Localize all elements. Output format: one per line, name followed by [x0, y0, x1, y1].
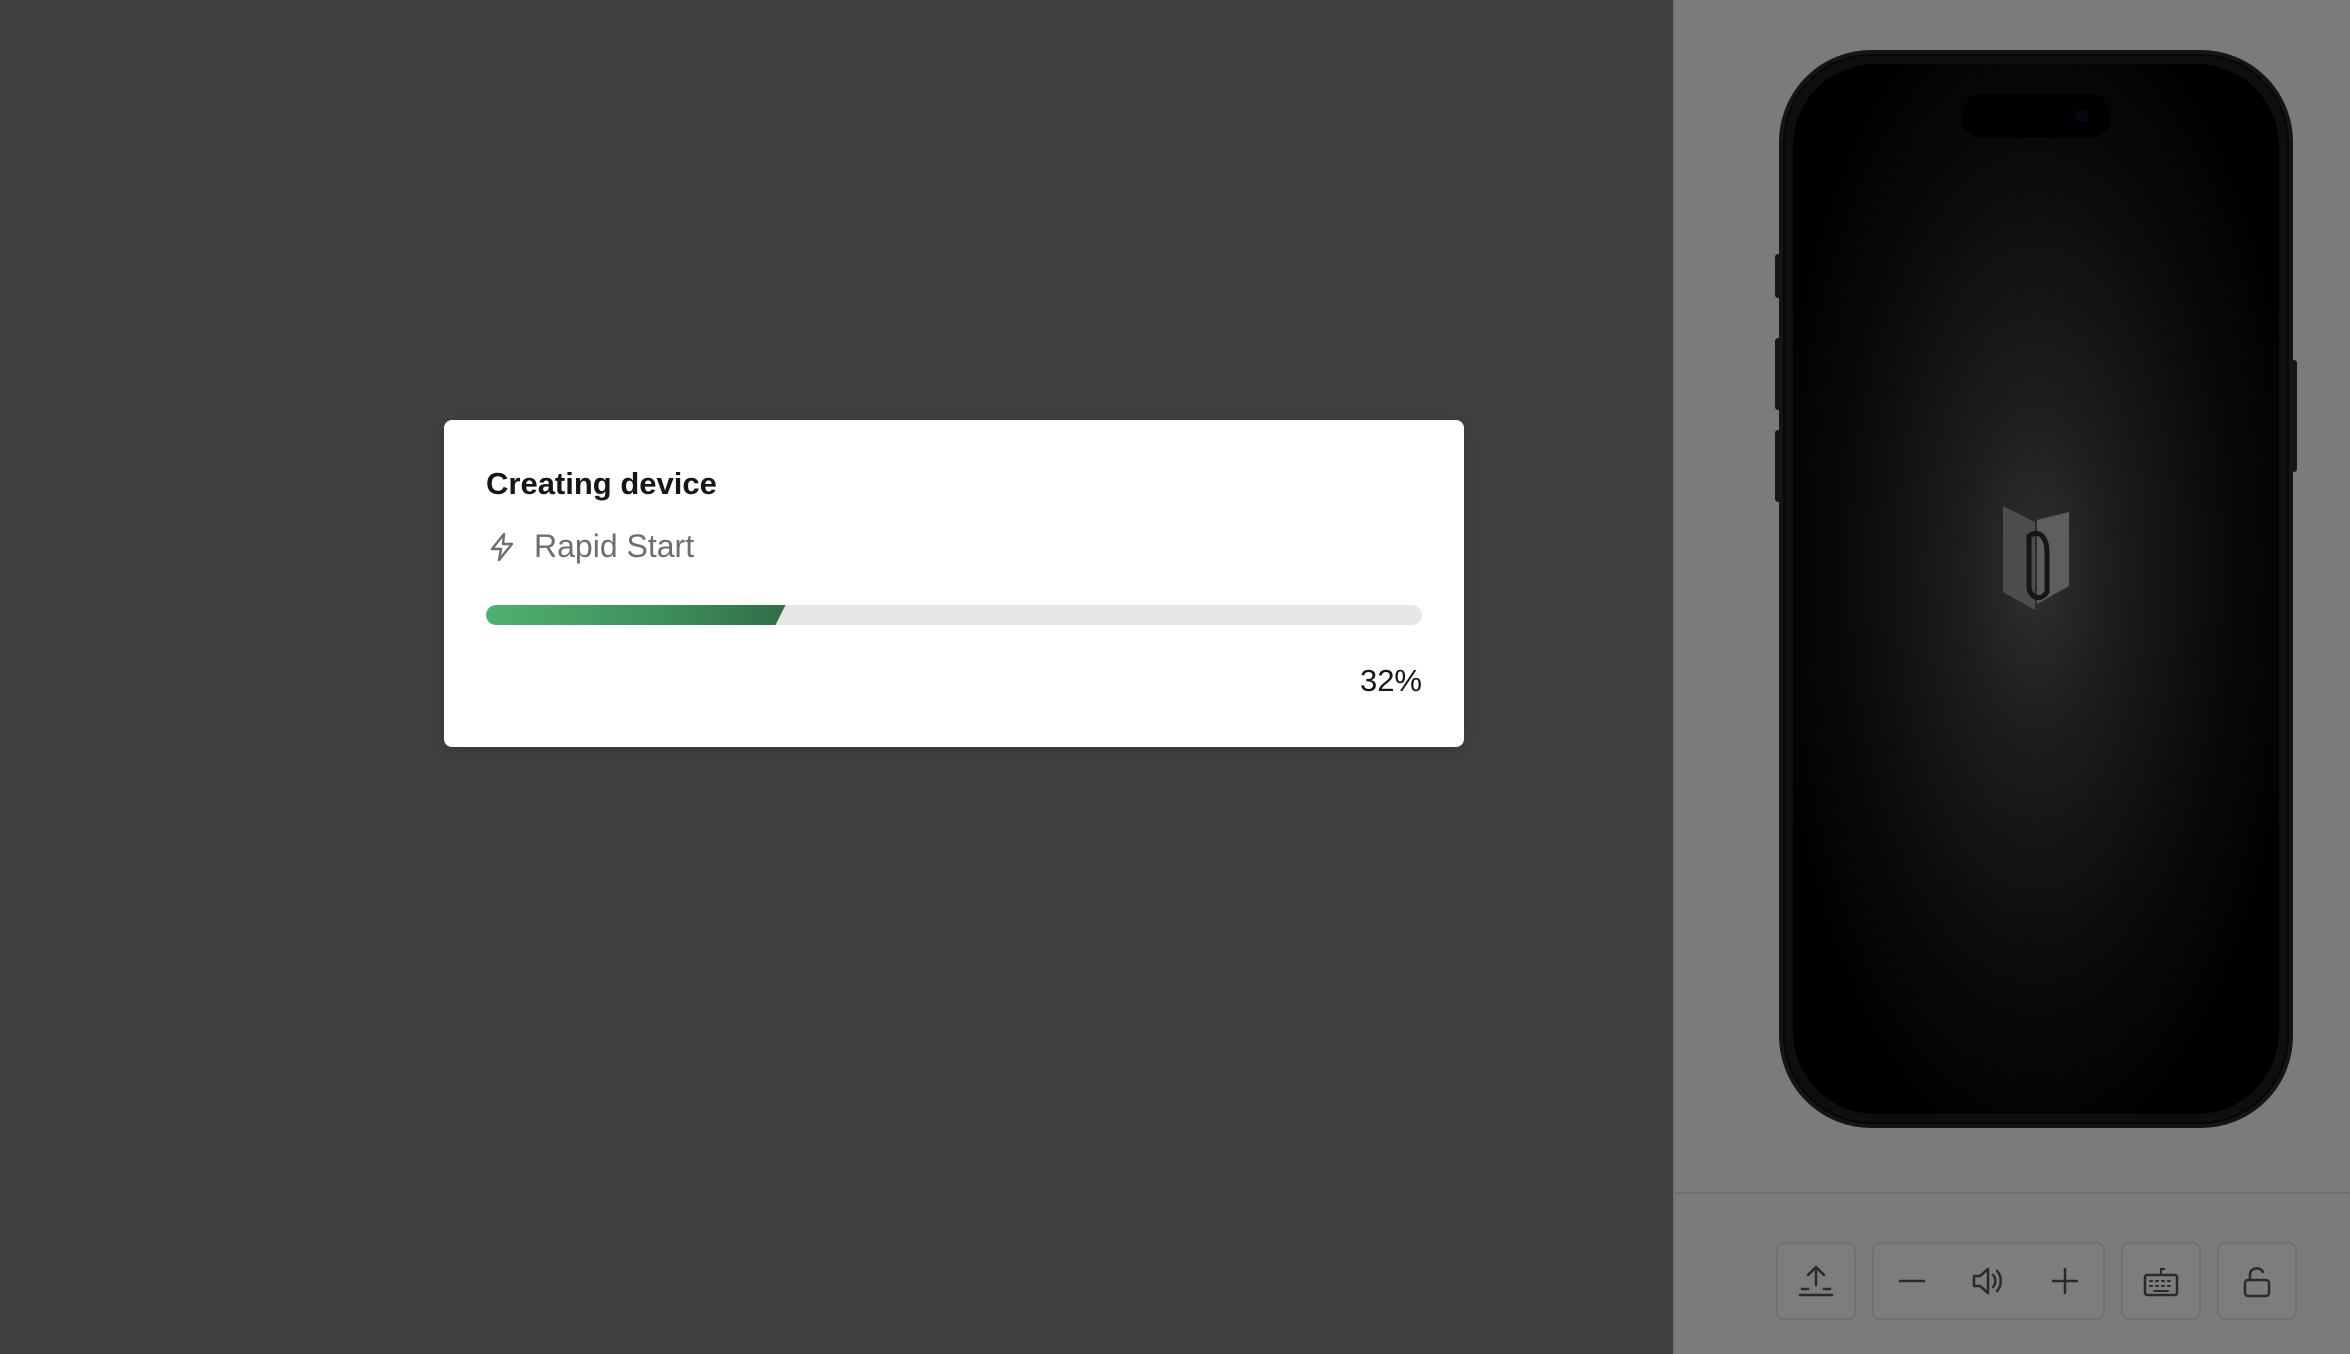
dialog-title: Creating device	[486, 466, 717, 501]
dialog-subtitle-row: Rapid Start	[486, 528, 694, 565]
dialog-subtitle: Rapid Start	[534, 528, 695, 564]
creating-device-dialog: Creating device Rapid Start 32%	[444, 420, 1464, 747]
progress-bar	[486, 605, 1422, 625]
lightning-bolt-icon	[490, 532, 514, 561]
progress-bar-fill	[486, 605, 786, 625]
progress-percent: 32%	[1359, 663, 1422, 698]
